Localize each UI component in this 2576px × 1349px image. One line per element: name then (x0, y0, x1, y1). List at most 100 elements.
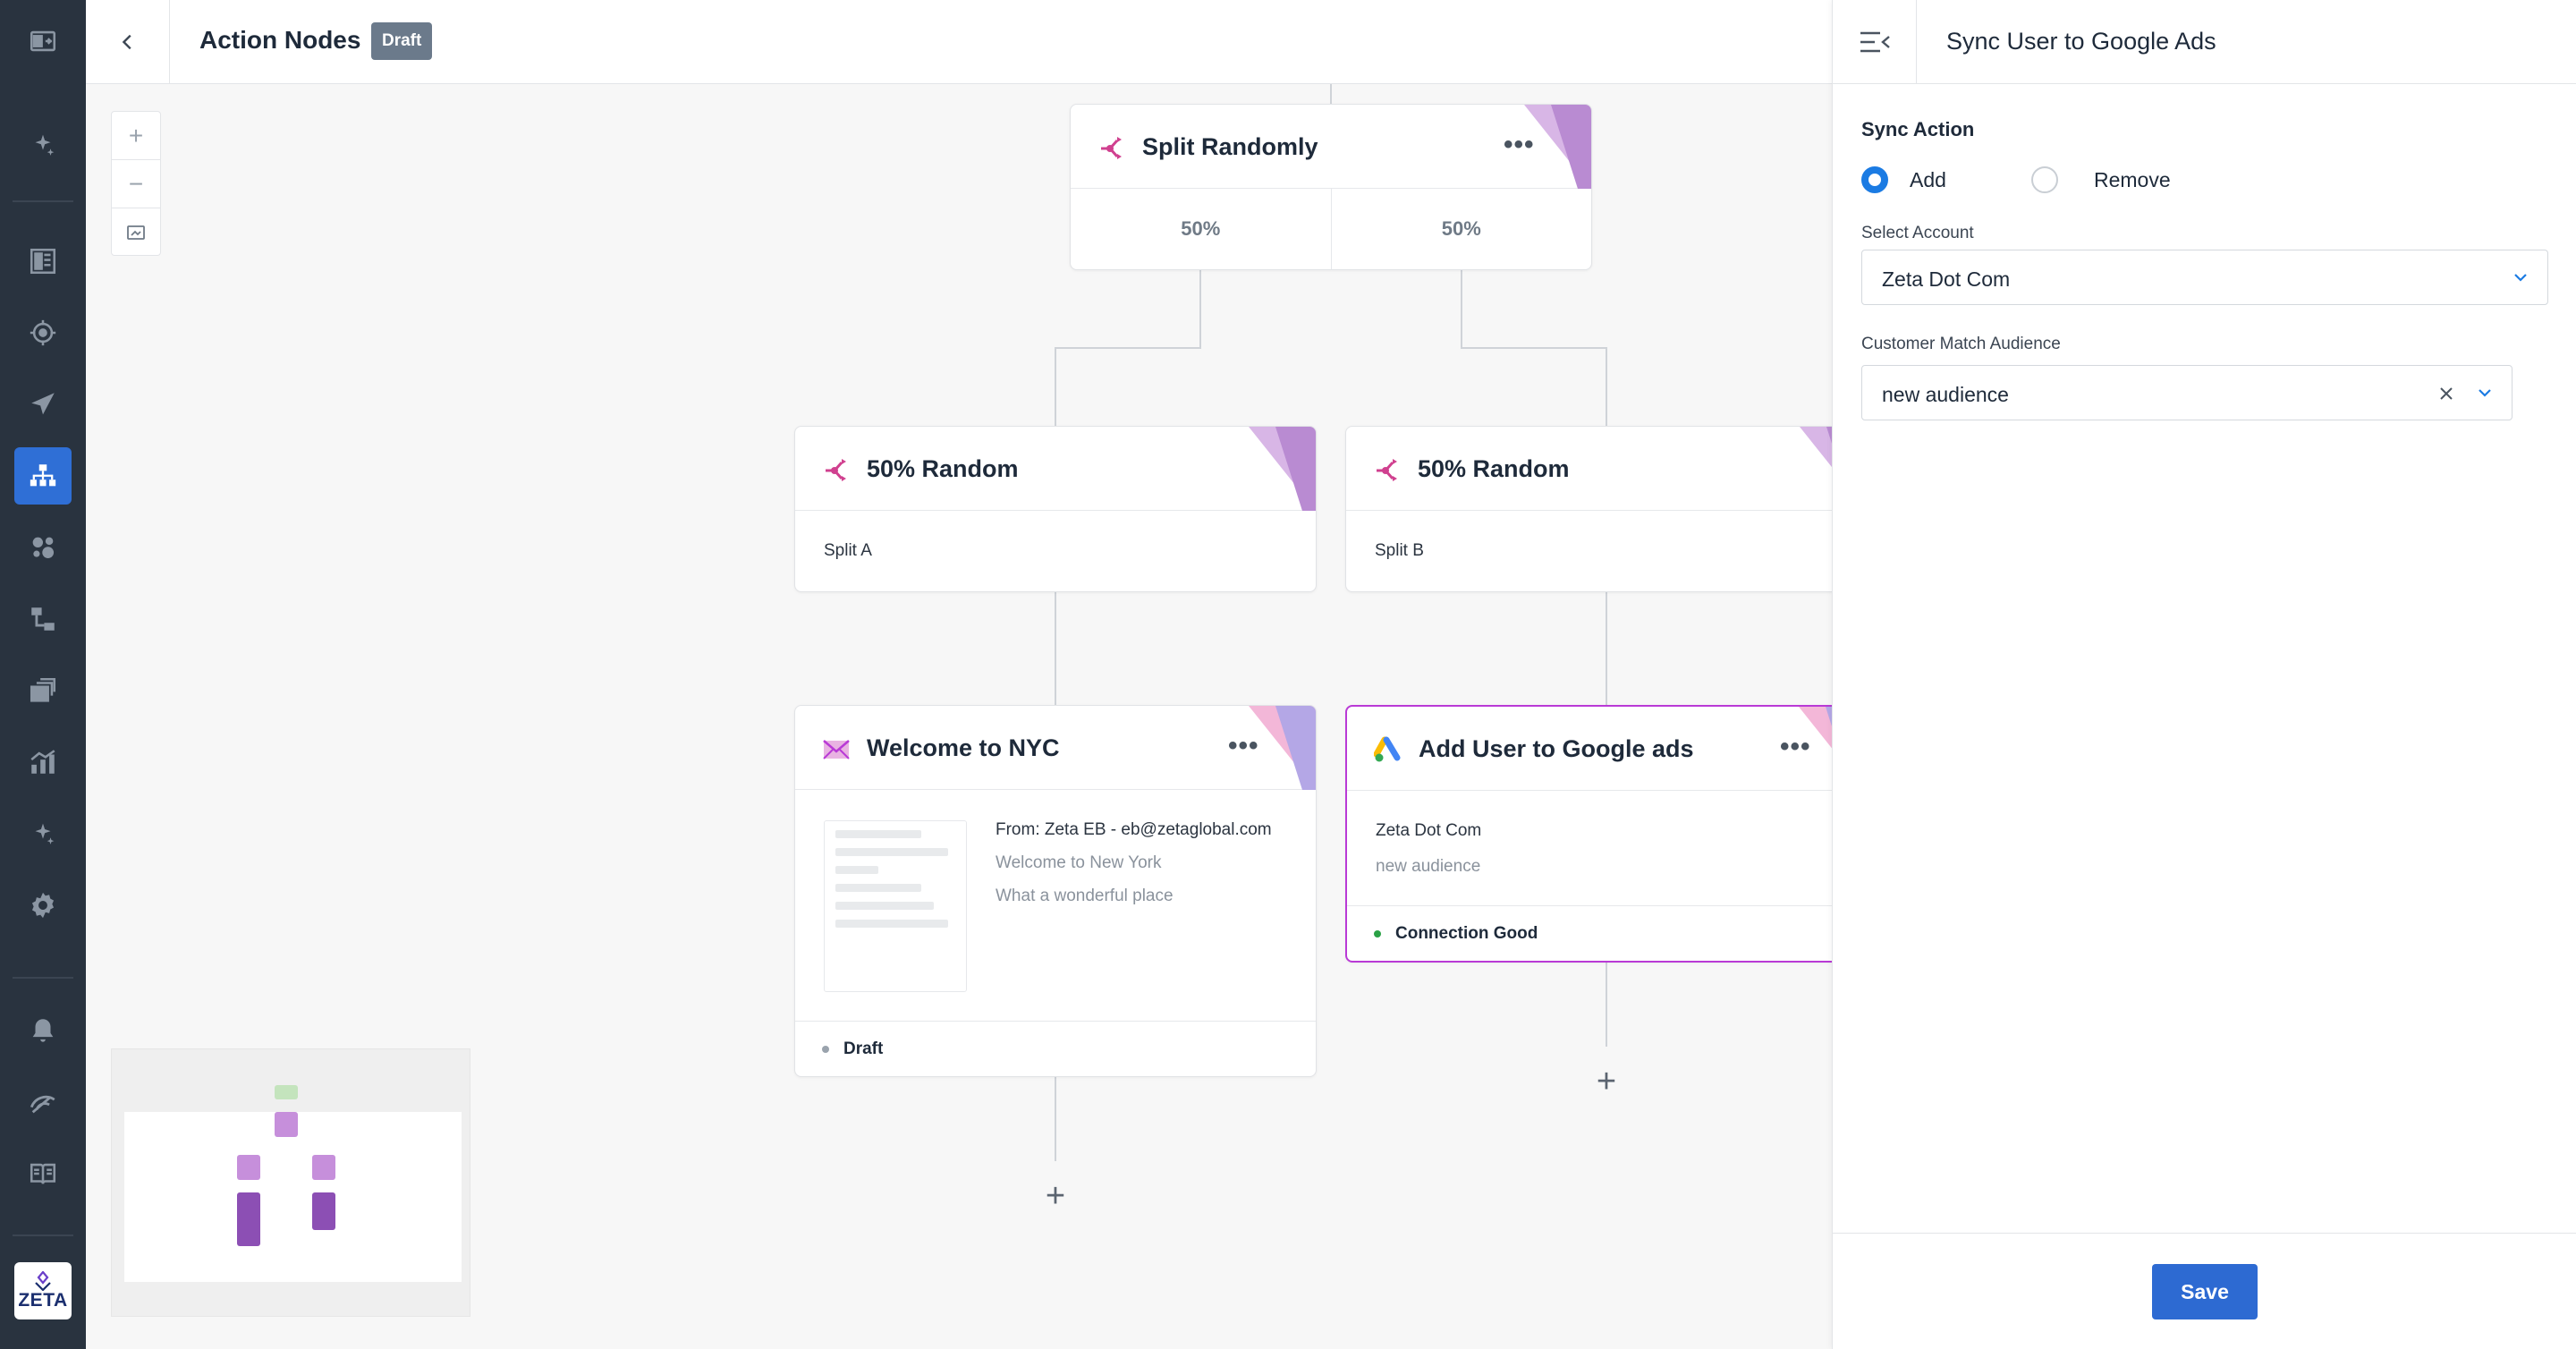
minimap-node (275, 1085, 298, 1099)
node-status: Connection Good (1347, 905, 1866, 961)
audience-value: new audience (1882, 383, 2009, 406)
google-ads-node[interactable]: Add User to Google ads ••• Zeta Dot Com … (1345, 705, 1868, 963)
email-preheader: What a wonderful place (996, 887, 1174, 905)
node-header: Split Randomly ••• (1071, 105, 1591, 189)
settings-icon[interactable] (14, 877, 72, 934)
zeta-logo[interactable]: ZETA (14, 1262, 72, 1319)
welcome-email-node[interactable]: Welcome to NYC ••• From: Zeta EB - eb@ze… (794, 705, 1317, 1077)
connector-line (1055, 592, 1056, 707)
split-icon (1377, 459, 1397, 481)
audience-select[interactable]: new audience (1861, 365, 2512, 420)
minimap-node (312, 1192, 335, 1230)
connector-line (1055, 347, 1201, 349)
connector-line (1330, 84, 1332, 106)
connector-line (1606, 347, 1607, 428)
status-dot (1374, 929, 1381, 938)
email-preview-thumbnail (824, 820, 967, 992)
split-left-percent: 50% (1181, 217, 1221, 240)
sidebar-divider (13, 977, 73, 979)
connector-line (1606, 963, 1607, 1047)
journey-icon[interactable] (14, 447, 72, 505)
random-split-b-node[interactable]: 50% Random Split B (1345, 426, 1868, 592)
collapse-menu-icon (1860, 31, 1890, 53)
zoom-out-button[interactable]: − (112, 160, 160, 208)
minimap-node (312, 1155, 335, 1180)
radio-add[interactable]: Add (1861, 166, 1946, 193)
minimap[interactable] (111, 1048, 470, 1317)
minimap-node (237, 1155, 260, 1180)
node-title: Add User to Google ads (1419, 735, 1694, 762)
sparkle-icon[interactable] (14, 116, 72, 174)
status-badge: Draft (371, 22, 433, 60)
email-subject: Welcome to New York (996, 853, 1162, 872)
logo-text: ZETA (18, 1290, 68, 1311)
node-subtitle: Split B (1375, 541, 1424, 560)
node-title: Split Randomly (1142, 133, 1318, 160)
dashboard-icon[interactable] (14, 233, 72, 290)
account-value: Zeta Dot Com (1882, 267, 2011, 291)
account-label: Select Account (1861, 224, 1974, 242)
node-settings-panel: Sync User to Google Ads Sync Action Add … (1832, 0, 2576, 1349)
node-corner-decoration (1249, 427, 1316, 511)
clear-icon[interactable] (2436, 384, 2456, 403)
minimap-node (237, 1192, 260, 1246)
connector-line (1461, 270, 1462, 349)
connector-line (1055, 347, 1056, 428)
node-header: 50% Random (1346, 427, 1867, 511)
ads-account: Zeta Dot Com (1376, 821, 1482, 840)
radio-label: Add (1910, 167, 1946, 191)
add-node-button[interactable]: + (1039, 1179, 1072, 1213)
zoom-in-button[interactable]: + (112, 112, 160, 160)
split-icon (1101, 137, 1122, 159)
panel-title: Sync User to Google Ads (1946, 28, 2216, 55)
ai-icon[interactable] (14, 805, 72, 862)
chevron-down-icon (2514, 274, 2527, 282)
connector-line (1606, 592, 1607, 707)
audience-icon[interactable] (14, 519, 72, 576)
random-split-a-node[interactable]: 50% Random Split A (794, 426, 1317, 592)
analytics-icon[interactable] (14, 734, 72, 791)
fit-view-button[interactable] (112, 208, 160, 257)
zeta-mark-icon (35, 1271, 51, 1291)
panel-header: Sync User to Google Ads (1833, 0, 2576, 84)
radio-remove[interactable]: Remove (2031, 166, 2171, 193)
minimap-node (275, 1112, 298, 1137)
node-corner-decoration (1524, 105, 1591, 189)
radio-circle[interactable] (2031, 166, 2058, 193)
account-select[interactable]: Zeta Dot Com (1861, 250, 2548, 305)
signal-icon[interactable] (14, 1073, 72, 1131)
email-from: From: Zeta EB - eb@zetaglobal.com (996, 820, 1272, 839)
chevron-down-icon[interactable] (2478, 387, 2492, 398)
sidebar-divider (13, 200, 73, 202)
target-icon[interactable] (14, 304, 72, 361)
exit-icon[interactable] (14, 13, 72, 70)
sidebar: ZETA (0, 0, 86, 1349)
back-button[interactable] (86, 0, 170, 84)
layers-icon[interactable] (14, 662, 72, 719)
connector-line (1055, 1077, 1056, 1161)
header: Action Nodes Draft (86, 0, 1832, 84)
page-title: Action Nodes (199, 26, 361, 54)
node-title: 50% Random (867, 455, 1019, 482)
docs-icon[interactable] (14, 1145, 72, 1202)
radio-circle-selected[interactable] (1861, 166, 1888, 193)
node-header: 50% Random (795, 427, 1316, 511)
add-node-button[interactable]: + (1590, 1065, 1623, 1099)
connector-line (1461, 347, 1607, 349)
flow-icon[interactable] (14, 590, 72, 648)
save-button[interactable]: Save (2152, 1264, 2258, 1319)
email-icon (823, 740, 850, 759)
node-corner-decoration (1249, 706, 1316, 790)
status-text: Connection Good (1395, 923, 1538, 943)
minimap-viewport (124, 1112, 462, 1282)
node-title: 50% Random (1418, 455, 1570, 482)
collapse-panel-button[interactable] (1833, 0, 1917, 84)
split-randomly-node[interactable]: Split Randomly ••• 50% 50% (1070, 104, 1592, 270)
node-subtitle: Split A (824, 541, 872, 560)
send-icon[interactable] (14, 376, 72, 433)
status-dot (822, 1045, 829, 1053)
bell-icon[interactable] (14, 1002, 72, 1059)
zoom-controls: + − (111, 111, 161, 256)
status-text: Draft (843, 1039, 884, 1058)
panel-footer: Save (1833, 1233, 2576, 1349)
